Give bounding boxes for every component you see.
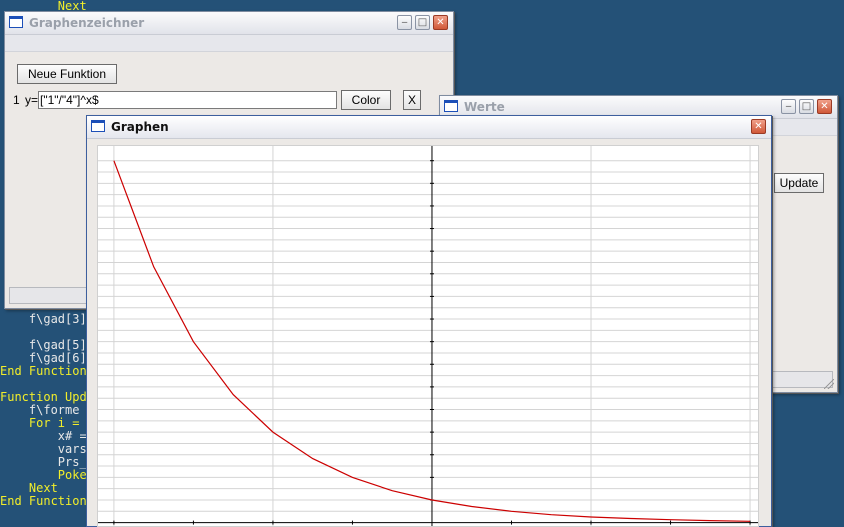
function-row-number: 1: [13, 93, 20, 107]
code-line: End Function: [0, 494, 87, 508]
code-line: End Function: [0, 364, 87, 378]
window-icon: [444, 100, 458, 112]
close-icon[interactable]: ✕: [751, 119, 766, 134]
close-icon[interactable]: ✕: [433, 15, 448, 30]
update-button[interactable]: Update: [774, 173, 824, 193]
close-icon[interactable]: ✕: [817, 99, 832, 114]
graphen-window: Graphen ✕: [86, 115, 772, 527]
window-title: Graphenzeichner: [29, 16, 145, 30]
graph-plot-area[interactable]: [97, 145, 759, 527]
menubar: [5, 35, 453, 52]
remove-function-button[interactable]: X: [403, 90, 421, 110]
maximize-icon[interactable]: □: [799, 99, 814, 114]
window-icon: [9, 16, 23, 28]
maximize-icon[interactable]: □: [415, 15, 430, 30]
new-function-button[interactable]: Neue Funktion: [17, 64, 117, 84]
resize-grip-icon[interactable]: [824, 379, 834, 389]
graphen-titlebar[interactable]: Graphen ✕: [87, 116, 771, 139]
window-title: Werte: [464, 100, 505, 114]
window-title: Graphen: [111, 120, 169, 134]
formula-input[interactable]: ["1"/"4"]^x$: [38, 91, 337, 109]
graphenzeichner-titlebar[interactable]: Graphenzeichner ‒ □ ✕: [5, 12, 453, 35]
y-equals-label: y=: [25, 93, 39, 107]
minimize-icon[interactable]: ‒: [781, 99, 796, 114]
window-icon: [91, 120, 105, 132]
color-button[interactable]: Color: [341, 90, 391, 110]
code-line: f\gad[3]: [0, 312, 87, 326]
minimize-icon[interactable]: ‒: [397, 15, 412, 30]
